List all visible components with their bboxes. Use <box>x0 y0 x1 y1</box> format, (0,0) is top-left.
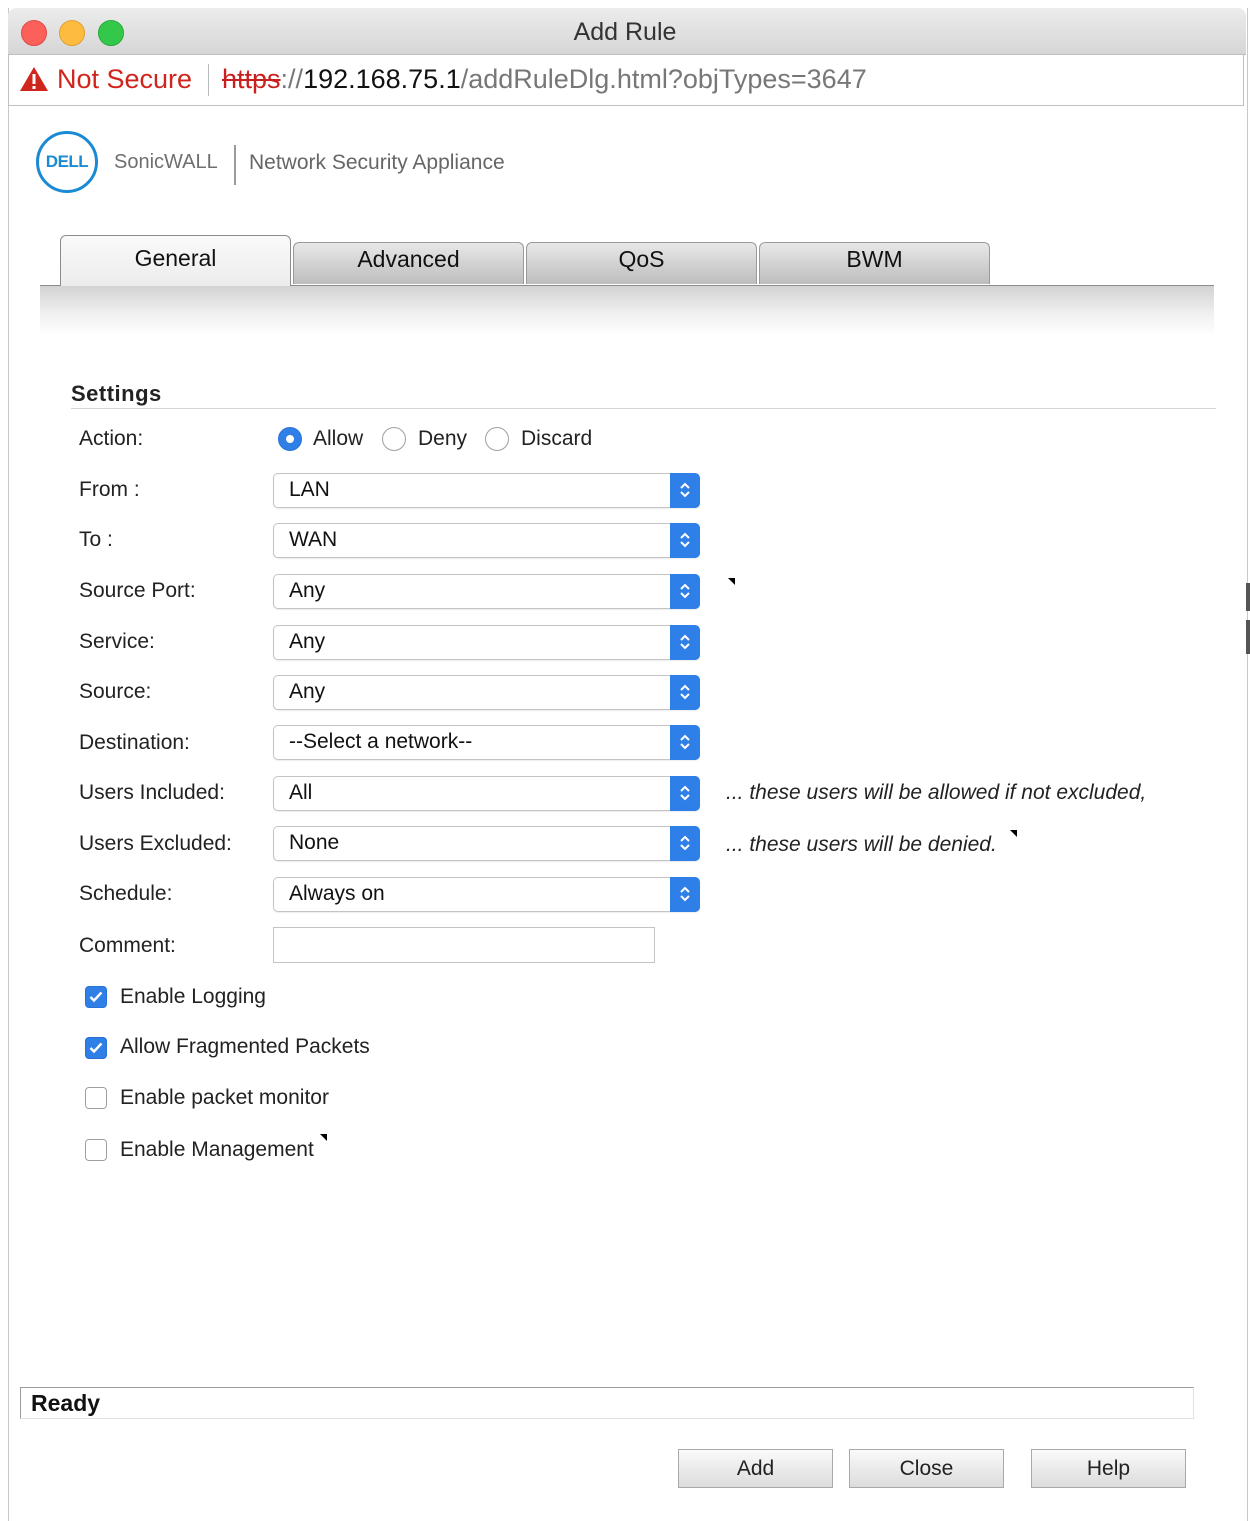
action-label: Action: <box>79 427 144 450</box>
url-separator: :// <box>280 64 304 94</box>
users-included-note: ... these users will be allowed if not e… <box>726 781 1147 804</box>
enable-logging-label[interactable]: Enable Logging <box>120 985 266 1009</box>
scrollbar-marker <box>1246 583 1250 611</box>
service-value: Any <box>289 630 326 653</box>
select-arrows-icon <box>670 776 700 811</box>
users-included-label: Users Included: <box>79 781 225 804</box>
users-excluded-select[interactable]: None <box>273 826 700 861</box>
status-text: Ready <box>31 1390 101 1416</box>
tab-bwm[interactable]: BWM <box>759 242 990 284</box>
service-select[interactable]: Any <box>273 625 700 660</box>
radio-discard-label[interactable]: Discard <box>521 427 592 451</box>
tab-general[interactable]: General <box>60 235 291 286</box>
header-divider <box>234 145 236 185</box>
radio-discard[interactable] <box>485 427 509 451</box>
from-select[interactable]: LAN <box>273 473 700 508</box>
select-arrows-icon <box>670 625 700 660</box>
users-included-value: All <box>289 781 313 804</box>
url-divider <box>208 64 209 96</box>
allow-fragmented-label[interactable]: Allow Fragmented Packets <box>120 1035 370 1059</box>
footnote-marker-icon <box>1010 830 1017 837</box>
select-arrows-icon <box>670 877 700 912</box>
select-arrows-icon <box>670 574 700 609</box>
url-host: 192.168.75.1 <box>303 64 461 94</box>
from-value: LAN <box>289 478 330 501</box>
comment-input[interactable] <box>273 927 655 963</box>
select-arrows-icon <box>670 675 700 710</box>
source-select[interactable]: Any <box>273 675 700 710</box>
enable-logging-checkbox[interactable] <box>85 986 107 1008</box>
allow-fragmented-checkbox[interactable] <box>85 1037 107 1059</box>
url-scheme: https <box>222 64 281 94</box>
to-select[interactable]: WAN <box>273 523 700 558</box>
tab-advanced[interactable]: Advanced <box>293 242 524 284</box>
enable-management-label[interactable]: Enable Management <box>120 1138 314 1162</box>
brand-name: SonicWALL <box>114 151 218 173</box>
section-divider <box>71 408 1216 409</box>
not-secure-label[interactable]: Not Secure <box>57 64 192 95</box>
from-label: From : <box>79 478 140 501</box>
close-button[interactable]: Close <box>849 1449 1004 1488</box>
footnote-marker-icon <box>320 1134 327 1141</box>
select-arrows-icon <box>670 473 700 508</box>
source-port-label: Source Port: <box>79 579 196 602</box>
status-bar: Ready <box>20 1387 1194 1419</box>
packet-monitor-checkbox[interactable] <box>85 1087 107 1109</box>
select-arrows-icon <box>670 725 700 760</box>
users-excluded-value: None <box>289 831 340 854</box>
radio-deny-label[interactable]: Deny <box>418 427 467 451</box>
schedule-value: Always on <box>289 882 385 905</box>
to-value: WAN <box>289 528 338 551</box>
url-text[interactable]: https://192.168.75.1/addRuleDlg.html?obj… <box>222 64 867 95</box>
service-label: Service: <box>79 630 155 653</box>
tab-qos[interactable]: QoS <box>526 242 757 284</box>
section-title: Settings <box>71 381 162 406</box>
tab-content-band <box>40 285 1214 336</box>
add-button[interactable]: Add <box>678 1449 833 1488</box>
users-excluded-label: Users Excluded: <box>79 832 232 855</box>
source-port-value: Any <box>289 579 326 602</box>
dell-logo: DELL <box>36 131 98 193</box>
help-button[interactable]: Help <box>1031 1449 1186 1488</box>
warning-icon <box>20 67 48 91</box>
schedule-label: Schedule: <box>79 882 173 905</box>
users-included-select[interactable]: All <box>273 776 700 811</box>
select-arrows-icon <box>670 826 700 861</box>
users-excluded-note: ... these users will be denied. <box>726 833 997 856</box>
source-value: Any <box>289 680 326 703</box>
radio-deny[interactable] <box>382 427 406 451</box>
schedule-select[interactable]: Always on <box>273 877 700 912</box>
source-label: Source: <box>79 680 152 703</box>
scrollbar-marker <box>1246 620 1250 654</box>
enable-management-checkbox[interactable] <box>85 1139 107 1161</box>
source-port-select[interactable]: Any <box>273 574 700 609</box>
window-title: Add Rule <box>573 18 677 46</box>
select-arrows-icon <box>670 523 700 558</box>
destination-select[interactable]: --Select a network-- <box>273 725 700 760</box>
packet-monitor-label[interactable]: Enable packet monitor <box>120 1086 329 1110</box>
product-name: Network Security Appliance <box>249 151 505 174</box>
radio-allow[interactable] <box>278 427 302 451</box>
footnote-marker-icon <box>728 578 735 585</box>
to-label: To : <box>79 528 113 551</box>
comment-label: Comment: <box>79 934 176 957</box>
radio-allow-label[interactable]: Allow <box>313 427 363 451</box>
destination-value: --Select a network-- <box>289 730 473 753</box>
destination-label: Destination: <box>79 731 190 754</box>
url-path: /addRuleDlg.html?objTypes=3647 <box>460 64 867 94</box>
